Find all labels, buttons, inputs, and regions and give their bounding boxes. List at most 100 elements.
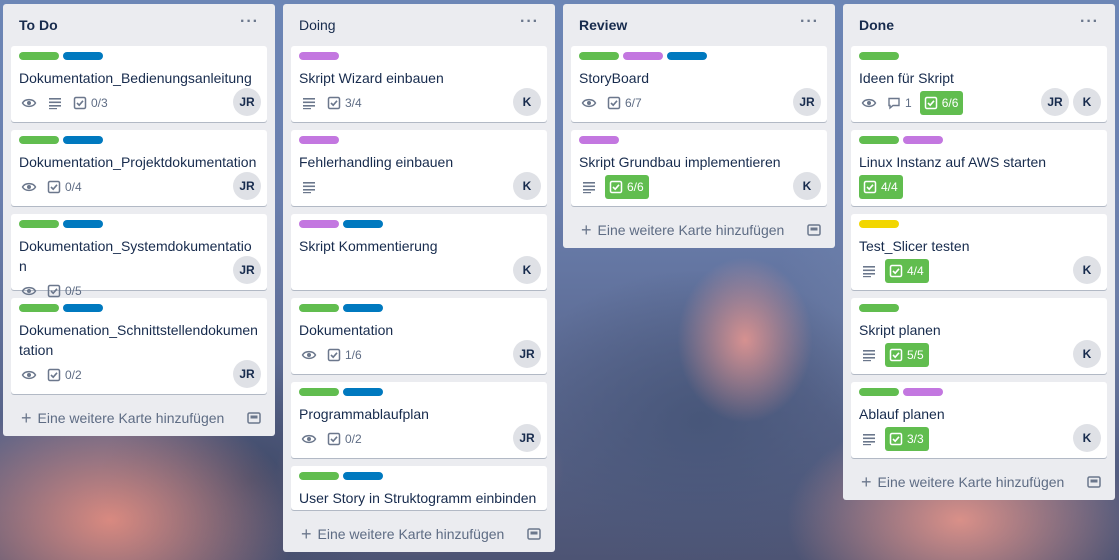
label-blue[interactable] (63, 304, 103, 312)
add-card-button[interactable]: + Eine weitere Karte hinzufügen (291, 516, 547, 552)
label-green[interactable] (859, 136, 899, 144)
avatar[interactable]: JR (513, 424, 541, 452)
avatar[interactable]: K (1073, 340, 1101, 368)
label-green[interactable] (579, 52, 619, 60)
card-template-icon[interactable] (247, 411, 261, 425)
card[interactable]: Skript Wizard einbauen 3/4 K (291, 46, 547, 122)
card[interactable]: Ablauf planen 3/3 K (851, 382, 1107, 458)
avatar[interactable]: JR (1041, 88, 1069, 116)
card-labels[interactable] (299, 472, 539, 480)
card-labels[interactable] (859, 220, 1099, 228)
card-labels[interactable] (859, 136, 1099, 144)
card-labels[interactable] (579, 136, 819, 144)
label-yellow[interactable] (859, 220, 899, 228)
label-blue[interactable] (343, 472, 383, 480)
label-green[interactable] (299, 388, 339, 396)
avatar[interactable]: JR (793, 88, 821, 116)
label-purple[interactable] (299, 136, 339, 144)
card-labels[interactable] (299, 304, 539, 312)
add-card-button[interactable]: + Eine weitere Karte hinzufügen (571, 212, 827, 248)
card[interactable]: Dokumentation_Bedienungsanleitung 0/3 JR (11, 46, 267, 122)
card-template-icon[interactable] (527, 527, 541, 541)
card[interactable]: Skript Kommentierung K (291, 214, 547, 290)
card-labels[interactable] (859, 52, 1099, 60)
card[interactable]: Dokumentation_Projektdokumentation 0/4 J… (11, 130, 267, 206)
avatar[interactable]: K (513, 172, 541, 200)
label-purple[interactable] (579, 136, 619, 144)
label-blue[interactable] (343, 388, 383, 396)
card[interactable]: User Story in Struktogramm einbinden (291, 466, 547, 510)
label-purple[interactable] (903, 136, 943, 144)
list-title[interactable]: To Do (19, 17, 58, 33)
card-labels[interactable] (579, 52, 819, 60)
avatar[interactable]: JR (513, 340, 541, 368)
label-blue[interactable] (343, 304, 383, 312)
card-badges: 6/6 (579, 175, 819, 204)
avatar[interactable]: JR (233, 172, 261, 200)
label-purple[interactable] (299, 220, 339, 228)
card[interactable]: Dokumentation_Systemdokumentation 0/5 JR (11, 214, 267, 298)
avatar[interactable]: K (513, 88, 541, 116)
add-card-button[interactable]: + Eine weitere Karte hinzufügen (11, 400, 267, 436)
card-template-icon[interactable] (807, 223, 821, 237)
card-labels[interactable] (19, 52, 259, 60)
label-green[interactable] (19, 52, 59, 60)
label-purple[interactable] (623, 52, 663, 60)
avatar[interactable]: K (793, 172, 821, 200)
more-icon[interactable]: ··· (800, 14, 819, 30)
avatar[interactable]: K (513, 256, 541, 284)
avatar[interactable]: K (1073, 256, 1101, 284)
card-labels[interactable] (299, 388, 539, 396)
card[interactable]: Dokumentation 1/6 JR (291, 298, 547, 374)
checklist-icon (47, 284, 61, 298)
watch-badge (859, 91, 881, 115)
avatar[interactable]: JR (233, 256, 261, 284)
label-green[interactable] (859, 388, 899, 396)
label-green[interactable] (859, 52, 899, 60)
add-card-button[interactable]: + Eine weitere Karte hinzufügen (851, 464, 1107, 500)
card[interactable]: StoryBoard 6/7 JR (571, 46, 827, 122)
card-labels[interactable] (19, 136, 259, 144)
list-title[interactable]: Doing (299, 17, 336, 33)
card-labels[interactable] (859, 388, 1099, 396)
more-icon[interactable]: ··· (520, 14, 539, 30)
avatar[interactable]: K (1073, 424, 1101, 452)
list-title[interactable]: Done (859, 17, 894, 33)
label-green[interactable] (859, 304, 899, 312)
card[interactable]: Test_Slicer testen 4/4 K (851, 214, 1107, 290)
label-blue[interactable] (63, 52, 103, 60)
label-purple[interactable] (903, 388, 943, 396)
card[interactable]: Ideen für Skript 1 6/6 JR K (851, 46, 1107, 122)
label-green[interactable] (19, 136, 59, 144)
card[interactable]: Linux Instanz auf AWS starten 4/4 (851, 130, 1107, 206)
label-green[interactable] (19, 304, 59, 312)
label-blue[interactable] (667, 52, 707, 60)
card-labels[interactable] (19, 304, 259, 312)
avatar[interactable]: JR (233, 88, 261, 116)
label-blue[interactable] (63, 220, 103, 228)
label-green[interactable] (299, 472, 339, 480)
card-labels[interactable] (299, 220, 539, 228)
label-green[interactable] (19, 220, 59, 228)
label-green[interactable] (299, 304, 339, 312)
list-title[interactable]: Review (579, 17, 627, 33)
card[interactable]: Fehlerhandling einbauen K (291, 130, 547, 206)
checklist-badge: 0/2 (45, 363, 86, 387)
more-icon[interactable]: ··· (1080, 14, 1099, 30)
avatar[interactable]: JR (233, 360, 261, 388)
card-labels[interactable] (859, 304, 1099, 312)
more-icon[interactable]: ··· (240, 14, 259, 30)
label-purple[interactable] (299, 52, 339, 60)
label-blue[interactable] (343, 220, 383, 228)
label-blue[interactable] (63, 136, 103, 144)
card-labels[interactable] (19, 220, 259, 228)
card[interactable]: Dokumenation_Schnittstellendokumentation… (11, 298, 267, 394)
avatar[interactable]: K (1073, 88, 1101, 116)
card[interactable]: Programmablaufplan 0/2 JR (291, 382, 547, 458)
card[interactable]: Skript planen 5/5 K (851, 298, 1107, 374)
card[interactable]: Skript Grundbau implementieren 6/6 K (571, 130, 827, 206)
card-labels[interactable] (299, 136, 539, 144)
card-template-icon[interactable] (1087, 475, 1101, 489)
card-labels[interactable] (299, 52, 539, 60)
add-card-row: + Eine weitere Karte hinzufügen (301, 525, 504, 543)
